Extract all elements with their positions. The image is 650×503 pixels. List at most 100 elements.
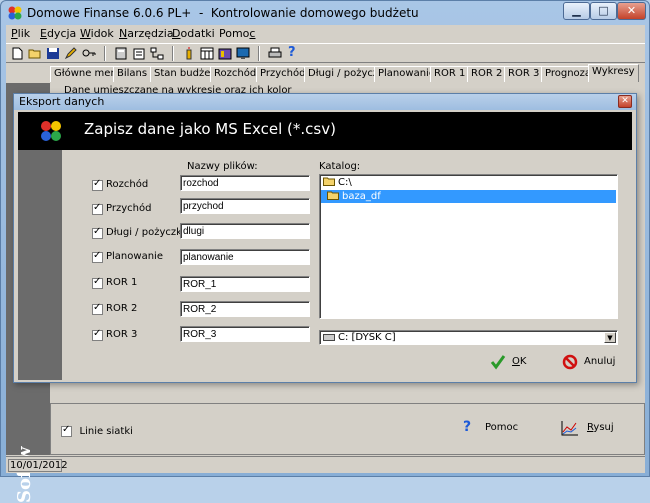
close-button[interactable]: ✕ <box>617 2 646 20</box>
wand-icon[interactable] <box>182 47 196 60</box>
grid-lines-option[interactable]: Linie siatki <box>61 424 133 437</box>
toolbar: ? <box>6 43 645 63</box>
przychod-filename-input[interactable] <box>180 198 310 214</box>
ror1-checkbox[interactable] <box>92 276 103 289</box>
tab-ror-1[interactable]: ROR 1 <box>430 66 470 82</box>
menu-pomoc[interactable]: Pomoc <box>219 27 255 40</box>
main-titlebar[interactable]: Domowe Finanse 6.0.6 PL+ - Kontrolowanie… <box>1 1 649 25</box>
chart-icon <box>561 421 578 436</box>
tab-wykresy[interactable]: Wykresy <box>588 64 639 82</box>
tab-bilans[interactable]: Bilans <box>113 66 152 82</box>
cancel-button[interactable]: Anuluj <box>562 352 622 372</box>
chart-help-label: Pomoc <box>485 422 519 433</box>
hard-drive-icon <box>323 334 335 341</box>
network-icon[interactable] <box>150 47 164 60</box>
ok-button[interactable]: OK <box>490 352 550 372</box>
przychod-label: Przychód <box>106 203 152 214</box>
grid-lines-label: Linie siatki <box>79 426 133 437</box>
planowanie-filename-input[interactable] <box>180 249 310 265</box>
open-folder-icon <box>323 177 335 186</box>
rozchod-checkbox[interactable] <box>92 178 103 191</box>
save-icon[interactable] <box>46 47 60 60</box>
app-subtitle: Kontrolowanie domowego budżetu <box>210 6 419 20</box>
catalog-header: Katalog: <box>319 161 361 172</box>
key-icon[interactable] <box>82 47 96 60</box>
monitor-icon[interactable] <box>236 47 250 60</box>
ror3-filename-input[interactable] <box>180 326 310 342</box>
tab-rozchod[interactable]: Rozchód <box>210 66 261 82</box>
app-logo-icon <box>8 6 22 20</box>
checkmark-icon <box>490 355 506 370</box>
help-question-icon: ? <box>463 419 472 435</box>
ror2-checkbox[interactable] <box>92 302 103 315</box>
draw-chart-button[interactable]: Rysuj <box>561 419 631 439</box>
cancel-icon <box>562 354 578 370</box>
tab-prognoza[interactable]: Prognoza <box>541 66 596 82</box>
app-title: Domowe Finanse 6.0.6 PL+ <box>27 6 192 20</box>
tab-przychod[interactable]: Przychód <box>256 66 310 82</box>
toolbar-separator <box>104 46 106 61</box>
tab-ror-3[interactable]: ROR 3 <box>504 66 544 82</box>
menu-widok[interactable]: Widok <box>80 27 114 40</box>
directory-list[interactable]: C:\ baza_df <box>319 174 618 319</box>
cancel-label: Anuluj <box>584 356 616 367</box>
dialog-titlebar[interactable]: Eksport danych ✕ <box>14 94 636 110</box>
toolbar-separator <box>258 46 260 61</box>
archive-icon[interactable] <box>218 47 232 60</box>
menu-dodatki[interactable]: Dodatki <box>172 27 215 40</box>
window-title: Domowe Finanse 6.0.6 PL+ - Kontrolowanie… <box>27 6 419 20</box>
ror3-label: ROR 3 <box>106 329 138 340</box>
open-folder-icon <box>327 191 339 200</box>
open-folder-icon[interactable] <box>28 47 42 60</box>
przychod-checkbox[interactable] <box>92 202 103 215</box>
status-bar: 10/01/2012 <box>6 456 645 473</box>
status-date: 10/01/2012 <box>8 459 68 472</box>
calculator-icon[interactable] <box>114 47 128 60</box>
draw-chart-label: Rysuj <box>587 422 614 433</box>
ror2-filename-input[interactable] <box>180 301 310 317</box>
chevron-down-icon[interactable]: ▼ <box>604 332 616 343</box>
planowanie-checkbox[interactable] <box>92 250 103 263</box>
file-names-header: Nazwy plików: <box>187 161 258 172</box>
drive-select[interactable]: C: [DYSK C] ▼ <box>319 330 618 345</box>
menubar: Plik Edycja Widok Narzędzia Dodatki Pomo… <box>6 25 645 43</box>
chart-options-panel: Linie siatki ? Pomoc Rysuj <box>50 403 645 455</box>
dlugi-filename-input[interactable] <box>180 223 310 239</box>
drive-select-value: C: [DYSK C] <box>338 332 396 343</box>
dir-item-baza-df[interactable]: baza_df <box>321 190 616 203</box>
new-file-icon[interactable] <box>10 47 24 60</box>
print-icon[interactable] <box>268 47 282 60</box>
dialog-heading: Zapisz dane jako MS Excel (*.csv) <box>84 120 336 138</box>
ror1-filename-input[interactable] <box>180 276 310 292</box>
calendar-icon[interactable] <box>200 47 214 60</box>
help-question-icon[interactable]: ? <box>288 45 300 61</box>
ror2-label: ROR 2 <box>106 303 138 314</box>
rozchod-filename-input[interactable] <box>180 175 310 191</box>
grid-lines-checkbox[interactable] <box>61 424 72 437</box>
dialog-side-panel <box>18 150 62 380</box>
dir-item-root[interactable]: C:\ <box>323 176 352 189</box>
maximize-button[interactable]: □ <box>590 2 617 20</box>
notes-icon[interactable] <box>132 47 146 60</box>
minimize-button[interactable]: ▁ <box>563 2 590 20</box>
menu-narzedzia[interactable]: Narzędzia <box>119 27 174 40</box>
dialog-header: Zapisz dane jako MS Excel (*.csv) <box>18 112 632 150</box>
dlugi-label: Długi / pożyczki <box>106 227 185 238</box>
edit-icon[interactable] <box>64 47 78 60</box>
dialog-title: Eksport danych <box>19 95 105 108</box>
ror3-checkbox[interactable] <box>92 328 103 341</box>
menu-edycja[interactable]: Edycja <box>40 27 76 40</box>
ror1-label: ROR 1 <box>106 277 138 288</box>
menu-plik[interactable]: Plik <box>11 27 30 40</box>
app-logo-icon <box>41 121 61 141</box>
rozchod-label: Rozchód <box>106 179 149 190</box>
dlugi-checkbox[interactable] <box>92 226 103 239</box>
planowanie-label: Planowanie <box>106 251 163 262</box>
export-dialog: Eksport danych ✕ Zapisz dane jako MS Exc… <box>13 93 637 383</box>
tab-ror-2[interactable]: ROR 2 <box>467 66 507 82</box>
tab-strip: Główne menu Bilans Stan budżetu Rozchód … <box>6 64 645 82</box>
dialog-close-button[interactable]: ✕ <box>618 95 632 108</box>
ok-label: OK <box>512 356 527 367</box>
toolbar-separator <box>172 46 174 61</box>
chart-help-button[interactable]: ? Pomoc <box>463 419 523 439</box>
